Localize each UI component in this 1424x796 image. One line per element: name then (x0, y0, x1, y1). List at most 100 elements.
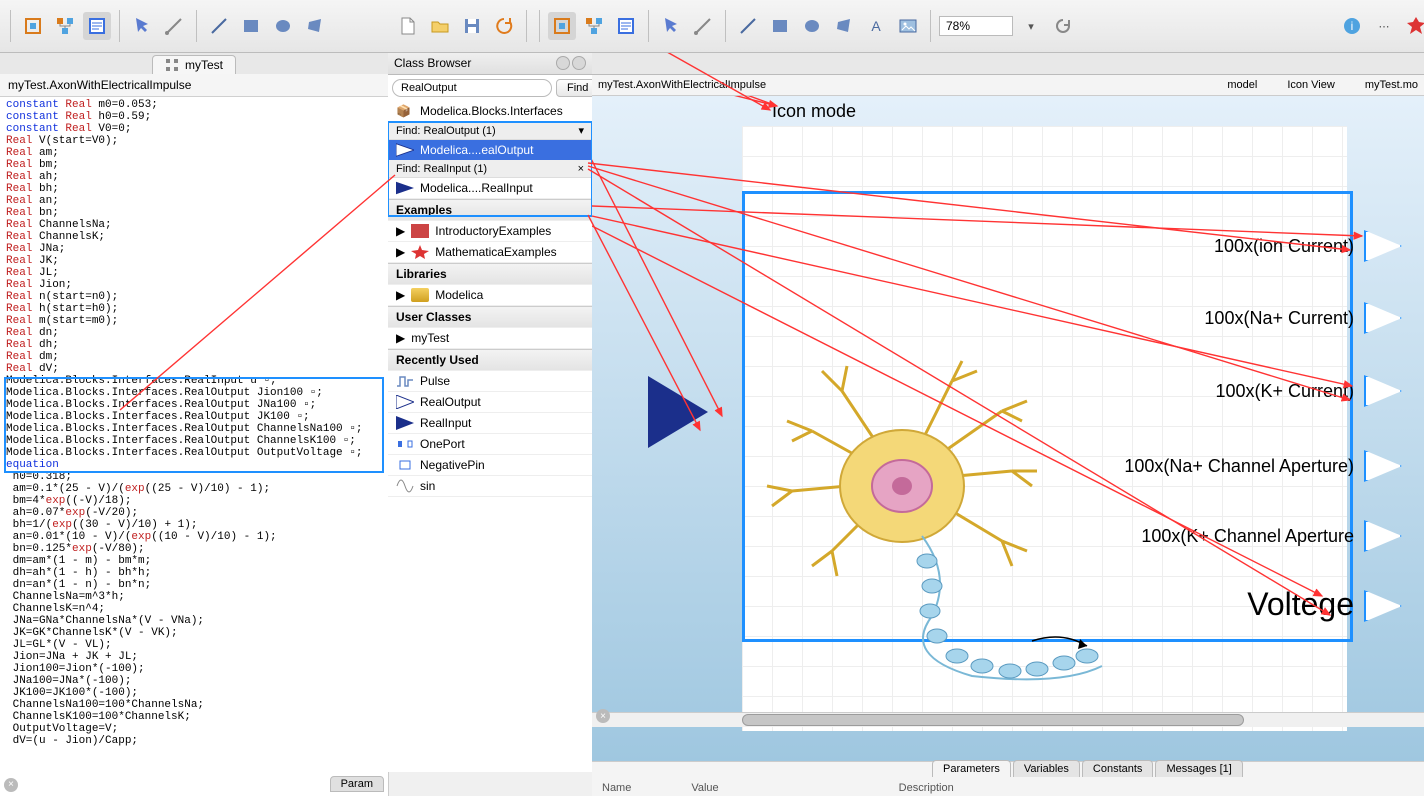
find-output-header[interactable]: Find: RealOutput (1)▾ (388, 122, 592, 140)
browser-title: Class Browser (394, 56, 471, 70)
text-view-icon[interactable] (83, 12, 111, 40)
component-icon[interactable] (19, 12, 47, 40)
rotate-icon[interactable] (1049, 12, 1077, 40)
new-file-icon[interactable] (394, 12, 422, 40)
diagram-canvas[interactable]: Icon mode (592, 96, 1424, 761)
input-port[interactable] (648, 376, 708, 448)
recent-realinput[interactable]: RealInput (388, 413, 592, 434)
recent-header[interactable]: Recently Used (388, 349, 592, 371)
pointer-icon[interactable] (128, 12, 156, 40)
icon-mode-button[interactable] (548, 12, 576, 40)
tab-parameters[interactable]: Parameters (932, 760, 1011, 777)
item-intro-examples[interactable]: ▶ IntroductoryExamples (388, 221, 592, 242)
diagram-mode-icon[interactable] (580, 12, 608, 40)
ellipse2-icon[interactable] (798, 12, 826, 40)
col-value: Value (691, 782, 718, 796)
label-na-aperture: 100x(Na+ Channel Aperture) (1124, 456, 1354, 477)
svg-text:i: i (1351, 19, 1354, 33)
userclasses-header[interactable]: User Classes (388, 306, 592, 328)
save-icon[interactable] (458, 12, 486, 40)
rect2-icon[interactable] (766, 12, 794, 40)
diagram-area: myTest.AxonWithElectricalImpulse model I… (592, 52, 1424, 796)
code-body[interactable]: constant Real m0=0.053; constant Real h0… (0, 97, 388, 796)
text-mode-icon[interactable] (612, 12, 640, 40)
label-k-aperture: 100x(K+ Channel Aperture (1141, 526, 1354, 547)
zoom-input[interactable]: 78% (939, 16, 1013, 36)
item-mathematica-examples[interactable]: ▶ MathematicaExamples (388, 242, 592, 263)
port-na-aperture[interactable] (1364, 450, 1402, 482)
line-icon[interactable] (205, 12, 233, 40)
connect2-icon[interactable] (689, 12, 717, 40)
negpin-icon (396, 458, 414, 472)
label-ion-current: 100x(ion Current) (1214, 236, 1354, 257)
search-input[interactable] (392, 79, 552, 97)
recent-realoutput[interactable]: RealOutput (388, 392, 592, 413)
polygon2-icon[interactable] (830, 12, 858, 40)
close-panel-button[interactable]: × (4, 778, 18, 792)
item-modelica[interactable]: ▶ Modelica (388, 285, 592, 306)
recent-sin[interactable]: sin (388, 476, 592, 497)
input-port-icon (396, 416, 414, 430)
rect-fill-icon[interactable] (237, 12, 265, 40)
col-description: Description (899, 782, 954, 796)
text-tool-icon[interactable]: A (862, 12, 890, 40)
item-mytest[interactable]: ▶myTest (388, 328, 592, 349)
left-tab-row: myTest (0, 52, 388, 75)
svg-text:A: A (871, 18, 881, 34)
examples-header[interactable]: Examples (388, 199, 592, 221)
right-toolbar: A 78% ▾ i ⋯ (388, 0, 1424, 53)
close-icon[interactable] (572, 56, 586, 70)
spacer-dots-icon: ⋯ (1370, 12, 1398, 40)
item-realinput[interactable]: Modelica....RealInput (388, 178, 592, 199)
close-diagram-button[interactable]: × (596, 709, 610, 723)
recent-negpin[interactable]: NegativePin (388, 455, 592, 476)
port-voltage[interactable] (1364, 590, 1402, 622)
recent-oneport[interactable]: OnePort (388, 434, 592, 455)
info-icon[interactable]: i (1338, 12, 1366, 40)
label-k-current: 100x(K+ Current) (1215, 381, 1354, 402)
code-pre: constant Real m0=0.053; constant Real h0… (6, 99, 382, 747)
browser-header: Class Browser (388, 52, 592, 75)
scrollbar-thumb[interactable] (742, 714, 1244, 726)
browser-tree: 📦Modelica.Blocks.Interfaces Find: RealOu… (388, 101, 592, 772)
pointer2-icon[interactable] (657, 12, 685, 40)
tab-messages[interactable]: Messages [1] (1155, 760, 1242, 777)
grid-icon (165, 58, 179, 72)
port-k-current[interactable] (1364, 375, 1402, 407)
mathematica-icon[interactable] (1402, 12, 1424, 40)
line2-icon[interactable] (734, 12, 762, 40)
image-tool-icon[interactable] (894, 12, 922, 40)
recent-pulse[interactable]: Pulse (388, 371, 592, 392)
tab-mytest-left[interactable]: myTest (152, 55, 236, 74)
neuron-illustration (752, 351, 1112, 701)
output-port-icon (396, 143, 414, 157)
bread-view: Icon View (1287, 79, 1335, 91)
find-input-header[interactable]: Find: RealInput (1)× (388, 161, 592, 178)
port-ion-current[interactable] (1364, 230, 1402, 262)
open-file-icon[interactable] (426, 12, 454, 40)
horizontal-scrollbar[interactable] (592, 712, 1424, 727)
class-browser: Class Browser Find 📦Modelica.Blocks.Inte… (388, 52, 593, 772)
intro-icon (411, 224, 429, 238)
libraries-header[interactable]: Libraries (388, 263, 592, 285)
param-tab[interactable]: Param (330, 776, 384, 792)
port-na-current[interactable] (1364, 302, 1402, 334)
connect-icon[interactable] (160, 12, 188, 40)
icon-mode-label: Icon mode (772, 101, 856, 122)
port-k-aperture[interactable] (1364, 520, 1402, 552)
pulse-icon (396, 374, 414, 388)
zoom-dropdown-icon[interactable]: ▾ (1017, 12, 1045, 40)
minimize-icon[interactable] (556, 56, 570, 70)
modelica-icon (411, 288, 429, 302)
label-na-current: 100x(Na+ Current) (1204, 308, 1354, 329)
item-realoutput[interactable]: Modelica....ealOutput (388, 140, 592, 161)
ellipse-fill-icon[interactable] (269, 12, 297, 40)
polygon-fill-icon[interactable] (301, 12, 329, 40)
sync-icon[interactable] (490, 12, 518, 40)
hierarchy-icon[interactable] (51, 12, 79, 40)
col-name: Name (602, 782, 631, 796)
tree-namespace[interactable]: 📦Modelica.Blocks.Interfaces (388, 101, 592, 122)
output-port-icon (396, 395, 414, 409)
tab-constants[interactable]: Constants (1082, 760, 1154, 777)
tab-variables[interactable]: Variables (1013, 760, 1080, 777)
